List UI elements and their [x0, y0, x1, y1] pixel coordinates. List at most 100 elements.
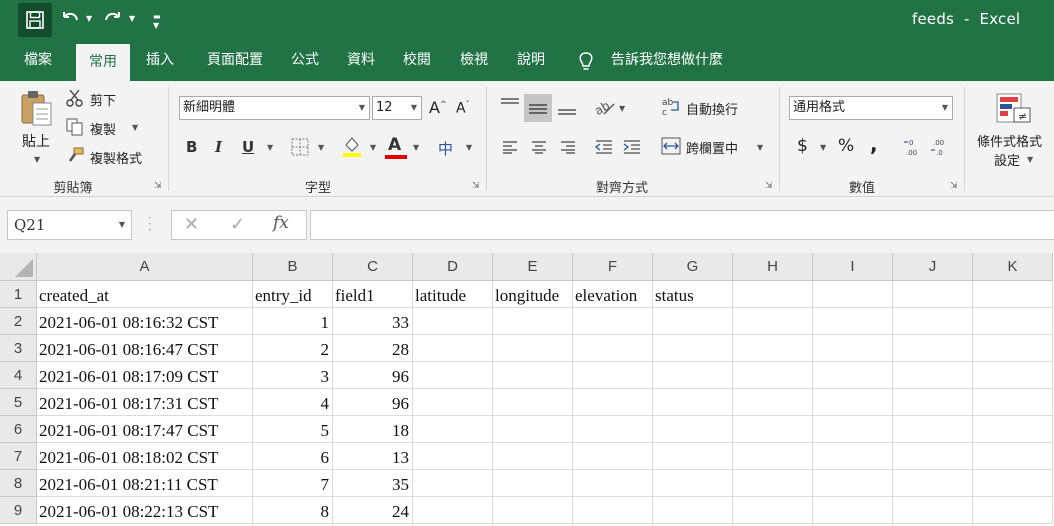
- cell-i4[interactable]: [813, 362, 893, 389]
- cell-g1[interactable]: status: [653, 281, 733, 308]
- column-header-b[interactable]: B: [253, 253, 333, 281]
- cell-d1[interactable]: latitude: [413, 281, 493, 308]
- column-header-h[interactable]: H: [733, 253, 813, 281]
- cell-h6[interactable]: [733, 416, 813, 443]
- cell-e9[interactable]: [493, 497, 573, 524]
- increase-font-icon[interactable]: A^: [429, 98, 447, 117]
- borders-icon[interactable]: [291, 138, 309, 160]
- cell-g6[interactable]: [653, 416, 733, 443]
- row-header-1[interactable]: 1: [0, 281, 37, 308]
- format-painter-button[interactable]: 複製格式: [90, 148, 142, 167]
- cell-d3[interactable]: [413, 335, 493, 362]
- cell-e4[interactable]: [493, 362, 573, 389]
- cell-d2[interactable]: [413, 308, 493, 335]
- cell-a9[interactable]: 2021-06-01 08:22:13 CST: [37, 497, 253, 524]
- cell-a5[interactable]: 2021-06-01 08:17:31 CST: [37, 389, 253, 416]
- cell-a3[interactable]: 2021-06-01 08:16:47 CST: [37, 335, 253, 362]
- cell-h8[interactable]: [733, 470, 813, 497]
- cell-d8[interactable]: [413, 470, 493, 497]
- align-center-icon[interactable]: [531, 140, 547, 158]
- column-header-g[interactable]: G: [653, 253, 733, 281]
- column-header-a[interactable]: A: [37, 253, 253, 281]
- cell-b5[interactable]: 4: [253, 389, 333, 416]
- row-header-5[interactable]: 5: [0, 389, 37, 416]
- cell-c8[interactable]: 35: [333, 470, 413, 497]
- tab-help[interactable]: 說明: [508, 40, 554, 81]
- row-header-2[interactable]: 2: [0, 308, 37, 335]
- cell-a1[interactable]: created_at: [37, 281, 253, 308]
- cell-j8[interactable]: [893, 470, 973, 497]
- clipboard-launcher-icon[interactable]: ⇲: [154, 181, 162, 191]
- cell-c6[interactable]: 18: [333, 416, 413, 443]
- conditional-formatting-line1[interactable]: 條件式格式: [977, 131, 1042, 150]
- cell-b3[interactable]: 2: [253, 335, 333, 362]
- column-header-i[interactable]: I: [813, 253, 893, 281]
- cell-f2[interactable]: [573, 308, 653, 335]
- orientation-icon[interactable]: ab: [592, 97, 616, 121]
- paste-label[interactable]: 貼上: [22, 131, 50, 151]
- currency-button[interactable]: $: [797, 136, 808, 156]
- tab-home[interactable]: 常用: [76, 44, 130, 81]
- align-right-icon[interactable]: [560, 140, 576, 158]
- decrease-decimal-icon[interactable]: .00.0: [930, 137, 952, 161]
- cell-c5[interactable]: 96: [333, 389, 413, 416]
- tab-insert[interactable]: 插入: [136, 40, 184, 81]
- cell-b1[interactable]: entry_id: [253, 281, 333, 308]
- cell-d5[interactable]: [413, 389, 493, 416]
- cell-d7[interactable]: [413, 443, 493, 470]
- cell-g9[interactable]: [653, 497, 733, 524]
- cell-k7[interactable]: [973, 443, 1053, 470]
- cell-e6[interactable]: [493, 416, 573, 443]
- conditional-formatting-icon[interactable]: ≠: [996, 92, 1032, 128]
- cell-c1[interactable]: field1: [333, 281, 413, 308]
- underline-button[interactable]: U: [242, 138, 254, 156]
- alignment-launcher-icon[interactable]: ⇲: [765, 181, 773, 191]
- currency-dropdown-icon[interactable]: ▼: [820, 143, 826, 152]
- font-color-dropdown-icon[interactable]: ▼: [413, 143, 419, 152]
- cell-k8[interactable]: [973, 470, 1053, 497]
- cut-icon[interactable]: [66, 89, 84, 111]
- align-bottom-icon[interactable]: [557, 101, 577, 121]
- cell-k9[interactable]: [973, 497, 1053, 524]
- decrease-indent-icon[interactable]: [594, 139, 613, 159]
- align-middle-button[interactable]: [524, 94, 552, 122]
- cell-g4[interactable]: [653, 362, 733, 389]
- cell-i6[interactable]: [813, 416, 893, 443]
- cell-b4[interactable]: 3: [253, 362, 333, 389]
- borders-dropdown-icon[interactable]: ▼: [318, 143, 324, 152]
- cell-j6[interactable]: [893, 416, 973, 443]
- phonetic-dropdown-icon[interactable]: ▼: [466, 143, 472, 152]
- name-box[interactable]: Q21 ▼: [7, 210, 132, 240]
- fill-color-dropdown-icon[interactable]: ▼: [370, 143, 376, 152]
- wrap-text-button[interactable]: 自動換行: [686, 99, 738, 118]
- phonetic-button[interactable]: 中: [438, 138, 453, 159]
- row-header-6[interactable]: 6: [0, 416, 37, 443]
- tab-view[interactable]: 檢視: [451, 40, 497, 81]
- cell-h2[interactable]: [733, 308, 813, 335]
- cell-c4[interactable]: 96: [333, 362, 413, 389]
- merge-center-button[interactable]: 跨欄置中: [686, 138, 738, 157]
- row-header-8[interactable]: 8: [0, 470, 37, 497]
- cell-d6[interactable]: [413, 416, 493, 443]
- column-header-k[interactable]: K: [973, 253, 1053, 281]
- format-painter-icon[interactable]: [66, 147, 84, 169]
- font-launcher-icon[interactable]: ⇲: [472, 181, 480, 191]
- row-header-7[interactable]: 7: [0, 443, 37, 470]
- cell-g3[interactable]: [653, 335, 733, 362]
- enter-icon[interactable]: ✓: [230, 214, 245, 235]
- cancel-icon[interactable]: ✕: [184, 214, 199, 235]
- resize-handle-icon[interactable]: · · ·: [148, 212, 152, 236]
- cell-a7[interactable]: 2021-06-01 08:18:02 CST: [37, 443, 253, 470]
- cell-e7[interactable]: [493, 443, 573, 470]
- cell-j2[interactable]: [893, 308, 973, 335]
- undo-dropdown-icon[interactable]: ▼: [86, 14, 92, 23]
- cell-h9[interactable]: [733, 497, 813, 524]
- cell-f5[interactable]: [573, 389, 653, 416]
- paste-dropdown-icon[interactable]: ▼: [34, 155, 40, 164]
- merge-center-icon[interactable]: [661, 137, 681, 159]
- copy-dropdown-icon[interactable]: ▼: [132, 123, 138, 132]
- cell-k6[interactable]: [973, 416, 1053, 443]
- cell-g7[interactable]: [653, 443, 733, 470]
- cell-e5[interactable]: [493, 389, 573, 416]
- save-button[interactable]: [18, 3, 52, 37]
